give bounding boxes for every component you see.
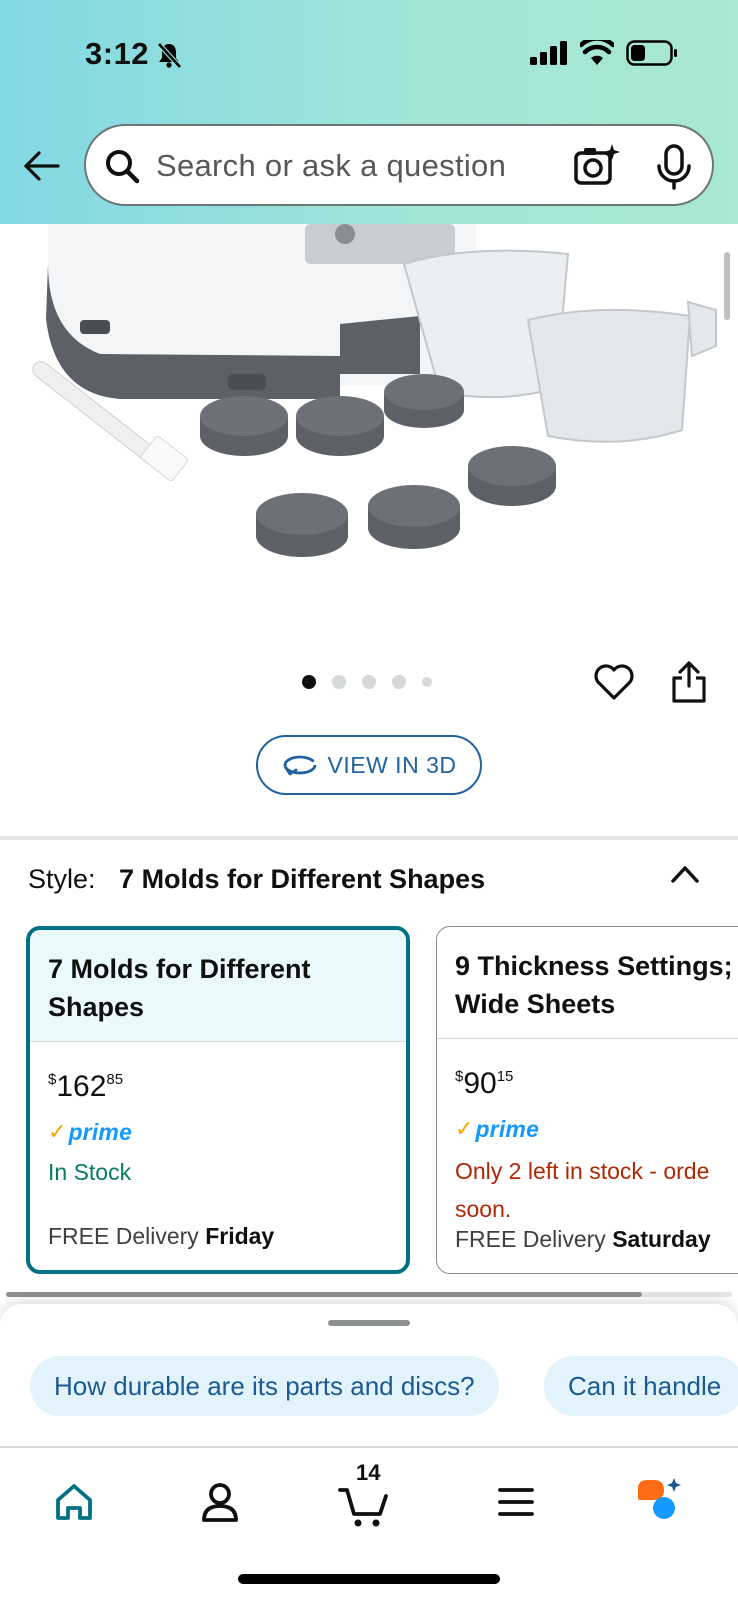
cellular-signal-icon xyxy=(530,41,567,65)
style-option-name: 7 Molds for Different Shapes xyxy=(30,930,406,1042)
carousel-dot[interactable] xyxy=(302,675,316,689)
search-icon xyxy=(106,150,140,184)
home-indicator xyxy=(238,1574,500,1584)
image-carousel-dots xyxy=(302,675,432,689)
wifi-icon xyxy=(580,40,614,65)
carousel-dot[interactable] xyxy=(332,675,346,689)
battery-icon xyxy=(626,40,677,66)
rufus-suggestions-sheet: How durable are its parts and discs? Can… xyxy=(0,1304,738,1452)
pasta-maker-illustration xyxy=(32,224,717,557)
carousel-dot[interactable] xyxy=(392,675,406,689)
product-image[interactable] xyxy=(0,224,738,644)
camera-search-icon[interactable] xyxy=(572,142,620,190)
menu-icon[interactable] xyxy=(486,1472,546,1532)
search-placeholder: Search or ask a question xyxy=(156,148,507,183)
style-option-card[interactable]: 7 Molds for Different Shapes $16285 ✓ pr… xyxy=(26,926,410,1274)
style-option-card[interactable]: 9 Thickness Settings; Wide Sheets $9015 … xyxy=(436,926,738,1274)
microphone-icon[interactable] xyxy=(654,144,694,190)
delivery-info: FREE Delivery Saturday xyxy=(455,1226,711,1252)
chevron-up-icon[interactable] xyxy=(668,862,702,886)
price: $9015 xyxy=(455,1067,514,1100)
prime-badge: ✓ prime xyxy=(48,1118,133,1145)
style-selector-header[interactable]: Style: 7 Molds for Different Shapes xyxy=(28,864,485,895)
heart-icon[interactable] xyxy=(593,662,635,702)
prime-check-icon: ✓ xyxy=(455,1116,474,1141)
app-header: 3:12 Search or ask a question xyxy=(0,0,738,224)
section-divider xyxy=(0,836,738,840)
share-icon[interactable] xyxy=(670,660,708,704)
home-icon[interactable] xyxy=(44,1472,104,1532)
suggestion-chip[interactable]: How durable are its parts and discs? xyxy=(30,1356,499,1416)
sheet-drag-handle[interactable] xyxy=(328,1320,410,1326)
vertical-scrollbar[interactable] xyxy=(724,252,730,320)
suggestion-chip[interactable]: Can it handle xyxy=(544,1356,738,1416)
account-icon[interactable] xyxy=(190,1472,250,1532)
style-option-name: 9 Thickness Settings; Wide Sheets xyxy=(437,927,738,1039)
availability: In Stock xyxy=(48,1159,132,1185)
rotate-3d-icon xyxy=(283,755,316,776)
view-in-3d-button[interactable]: VIEW IN 3D xyxy=(256,735,482,795)
price: $16285 xyxy=(48,1070,124,1103)
status-time: 3:12 xyxy=(85,36,150,71)
carousel-dot[interactable] xyxy=(362,675,376,689)
back-arrow-icon[interactable] xyxy=(22,146,62,186)
status-icons xyxy=(530,40,678,66)
prime-badge: ✓ prime xyxy=(455,1115,540,1142)
horizontal-scrollbar[interactable] xyxy=(6,1292,642,1297)
cart-count-badge: 14 xyxy=(356,1460,381,1485)
delivery-info: FREE Delivery Friday xyxy=(48,1223,275,1249)
bell-off-icon xyxy=(157,42,182,69)
style-selected-value: 7 Molds for Different Shapes xyxy=(119,864,486,894)
rufus-icon[interactable] xyxy=(630,1472,690,1532)
availability: Only 2 left in stock - orde soon. xyxy=(455,1158,710,1222)
search-input[interactable]: Search or ask a question xyxy=(84,124,714,206)
carousel-dot[interactable] xyxy=(422,677,432,687)
view-in-3d-label: VIEW IN 3D xyxy=(327,751,457,778)
prime-check-icon: ✓ xyxy=(48,1119,67,1144)
style-label: Style: xyxy=(28,864,96,894)
